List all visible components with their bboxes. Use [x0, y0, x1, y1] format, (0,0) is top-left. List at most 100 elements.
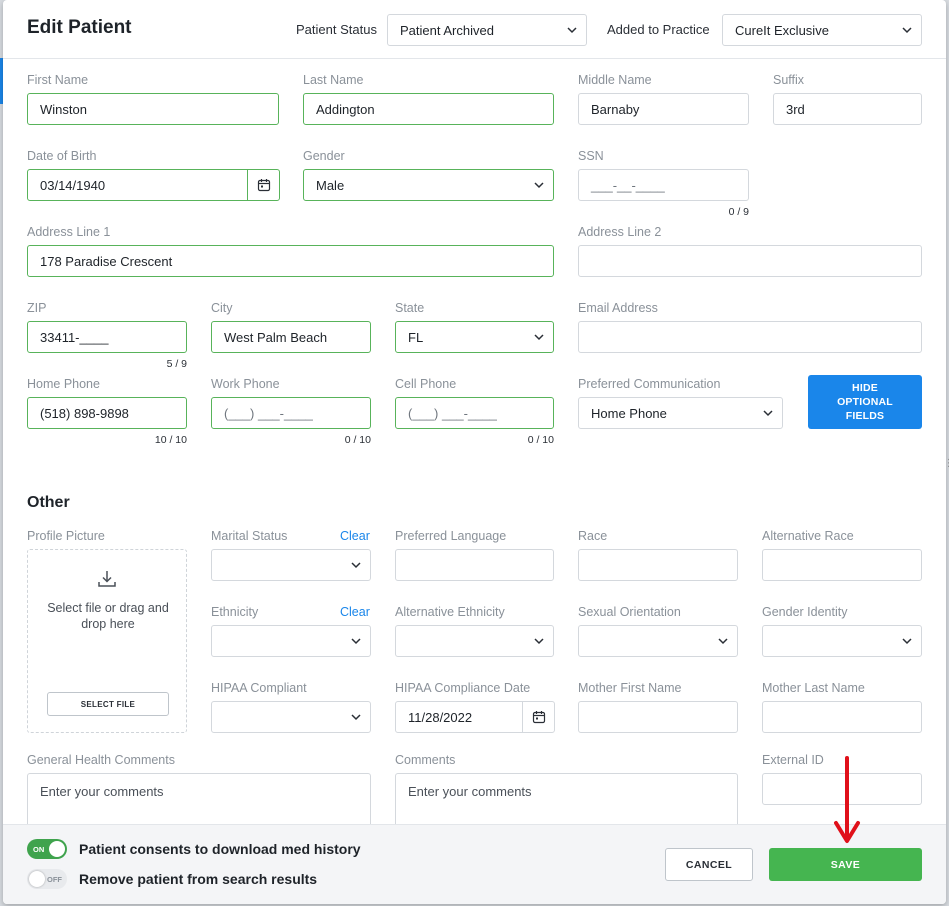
download-icon [98, 571, 116, 587]
mother-last-name-label: Mother Last Name [762, 681, 865, 695]
consent-toggle[interactable]: ON [27, 839, 67, 859]
marital-status-clear-link[interactable]: Clear [340, 529, 370, 543]
home-phone-counter: 10 / 10 [154, 434, 187, 446]
work-phone-label: Work Phone [211, 377, 280, 391]
city-input[interactable]: West Palm Beach [211, 321, 371, 353]
hipaa-date-value: 11/28/2022 [408, 709, 473, 725]
preferred-comm-label: Preferred Communication [578, 377, 721, 391]
address2-input[interactable] [578, 245, 922, 277]
consent-toggle-label: Patient consents to download med history [79, 841, 361, 857]
hipaa-compliant-select[interactable] [211, 701, 371, 733]
profile-picture-dropzone[interactable]: Select file or drag and drop here SELECT… [27, 549, 187, 733]
patient-status-value: Patient Archived [400, 22, 494, 38]
zip-input[interactable]: 33411-____ [27, 321, 187, 353]
added-to-practice-value: CureIt Exclusive [735, 22, 829, 38]
ssn-input[interactable]: ___-__-____ [578, 169, 749, 201]
ethnicity-select[interactable] [211, 625, 371, 657]
dob-value: 03/14/1940 [40, 177, 106, 193]
general-comments-placeholder: Enter your comments [40, 784, 164, 799]
gender-label: Gender [303, 149, 345, 163]
ethnicity-clear-link[interactable]: Clear [340, 605, 370, 619]
alternative-race-label: Alternative Race [762, 529, 854, 543]
hipaa-date-input[interactable]: 11/28/2022 [395, 701, 555, 733]
chevron-down-icon [525, 170, 553, 200]
save-button[interactable]: SAVE [769, 848, 922, 881]
added-to-practice-label: Added to Practice [607, 22, 710, 37]
chevron-down-icon [525, 626, 553, 656]
gender-select[interactable]: Male [303, 169, 554, 201]
first-name-input[interactable]: Winston [27, 93, 279, 125]
chevron-down-icon [754, 398, 782, 428]
chevron-down-icon [558, 15, 586, 45]
last-name-value: Addington [316, 101, 375, 117]
first-name-label: First Name [27, 73, 89, 87]
suffix-input[interactable]: 3rd [773, 93, 922, 125]
suffix-label: Suffix [773, 73, 805, 87]
cancel-button[interactable]: CANCEL [665, 848, 753, 881]
last-name-input[interactable]: Addington [303, 93, 554, 125]
page-title: Edit Patient [27, 17, 132, 38]
race-input[interactable] [578, 549, 738, 581]
remove-toggle-state: OFF [47, 874, 62, 884]
middle-name-label: Middle Name [578, 73, 652, 87]
alternative-ethnicity-label: Alternative Ethnicity [395, 605, 505, 619]
gender-identity-select[interactable] [762, 625, 922, 657]
remove-from-search-toggle[interactable]: OFF [27, 869, 67, 889]
chevron-down-icon [709, 626, 737, 656]
preferred-language-input[interactable] [395, 549, 554, 581]
address1-value: 178 Paradise Crescent [40, 253, 173, 269]
email-input[interactable] [578, 321, 922, 353]
marital-status-label: Marital Status [211, 529, 288, 543]
remove-from-search-label: Remove patient from search results [79, 871, 318, 887]
home-phone-value: (518) 898-9898 [40, 405, 129, 421]
annotation-arrow-icon [834, 756, 860, 843]
select-file-button[interactable]: SELECT FILE [47, 692, 169, 716]
profile-picture-label: Profile Picture [27, 529, 105, 543]
zip-value: 33411-____ [40, 329, 109, 345]
state-label: State [395, 301, 425, 315]
cell-phone-label: Cell Phone [395, 377, 457, 391]
patient-status-select[interactable]: Patient Archived [387, 14, 587, 46]
marital-status-select[interactable] [211, 549, 371, 581]
work-phone-counter: 0 / 10 [344, 434, 371, 446]
state-select[interactable]: FL [395, 321, 554, 353]
gender-identity-label: Gender Identity [762, 605, 848, 619]
middle-name-input[interactable]: Barnaby [578, 93, 749, 125]
work-phone-placeholder: (___) ___-____ [224, 405, 313, 421]
first-name-value: Winston [40, 101, 87, 117]
hide-optional-fields-label: HIDE OPTIONAL FIELDS [837, 382, 893, 422]
preferred-language-label: Preferred Language [395, 529, 507, 543]
chevron-down-icon [342, 702, 370, 732]
consent-toggle-state: ON [33, 844, 45, 854]
chevron-down-icon [342, 626, 370, 656]
mother-last-name-input[interactable] [762, 701, 922, 733]
sexual-orientation-select[interactable] [578, 625, 738, 657]
calendar-icon[interactable] [247, 170, 279, 200]
suffix-value: 3rd [786, 101, 805, 117]
mother-first-name-input[interactable] [578, 701, 738, 733]
other-section-title: Other [27, 494, 70, 511]
hipaa-date-label: HIPAA Compliance Date [395, 681, 531, 695]
preferred-comm-select[interactable]: Home Phone [578, 397, 783, 429]
home-phone-input[interactable]: (518) 898-9898 [27, 397, 187, 429]
race-label: Race [578, 529, 608, 543]
chevron-down-icon [342, 550, 370, 580]
modal-header: Edit Patient Patient Status Patient Arch… [3, 0, 946, 59]
chevron-down-icon [893, 15, 921, 45]
edit-patient-modal: Edit Patient Patient Status Patient Arch… [3, 0, 946, 904]
address1-input[interactable]: 178 Paradise Crescent [27, 245, 554, 277]
chevron-down-icon [893, 626, 921, 656]
external-id-label: External ID [762, 753, 824, 767]
alternative-ethnicity-select[interactable] [395, 625, 554, 657]
cell-phone-input[interactable]: (___) ___-____ [395, 397, 554, 429]
address1-label: Address Line 1 [27, 225, 111, 239]
calendar-icon[interactable] [522, 702, 554, 732]
added-to-practice-select[interactable]: CureIt Exclusive [722, 14, 922, 46]
toggle-knob [29, 871, 45, 887]
alternative-race-input[interactable] [762, 549, 922, 581]
hide-optional-fields-button[interactable]: HIDE OPTIONAL FIELDS [808, 375, 922, 429]
dob-input[interactable]: 03/14/1940 [27, 169, 280, 201]
city-label: City [211, 301, 233, 315]
cell-phone-placeholder: (___) ___-____ [408, 405, 497, 421]
work-phone-input[interactable]: (___) ___-____ [211, 397, 371, 429]
